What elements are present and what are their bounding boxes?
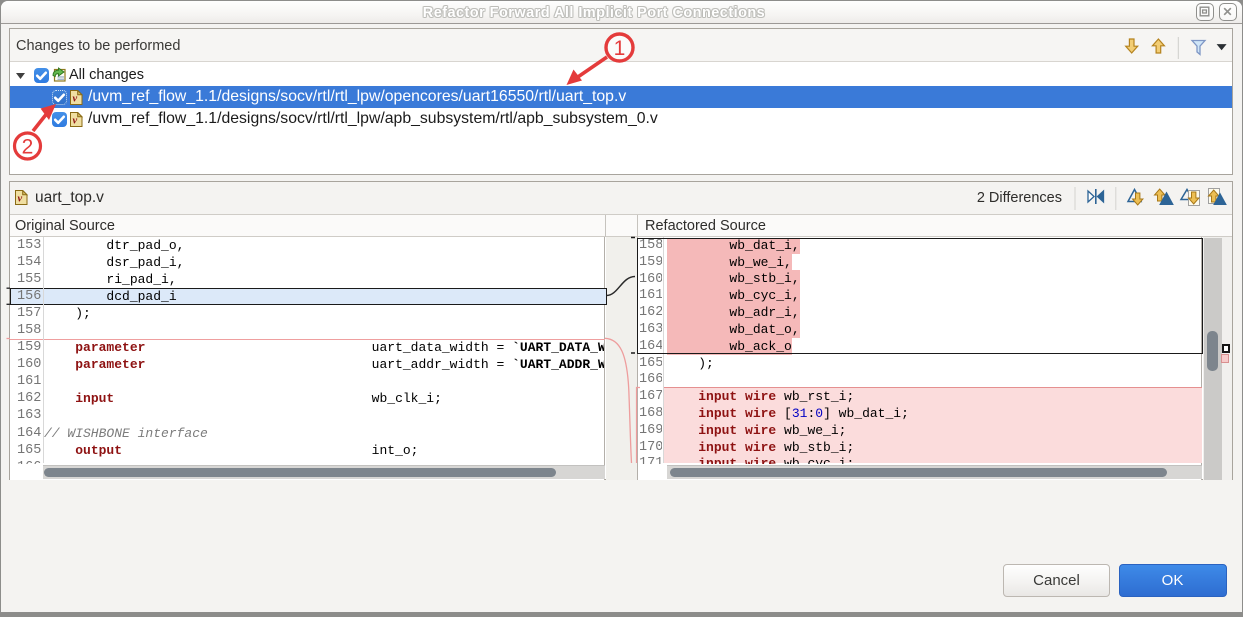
svg-text:v: v — [73, 115, 78, 126]
svg-text:v: v — [73, 93, 78, 104]
svg-text:v: v — [18, 194, 23, 205]
